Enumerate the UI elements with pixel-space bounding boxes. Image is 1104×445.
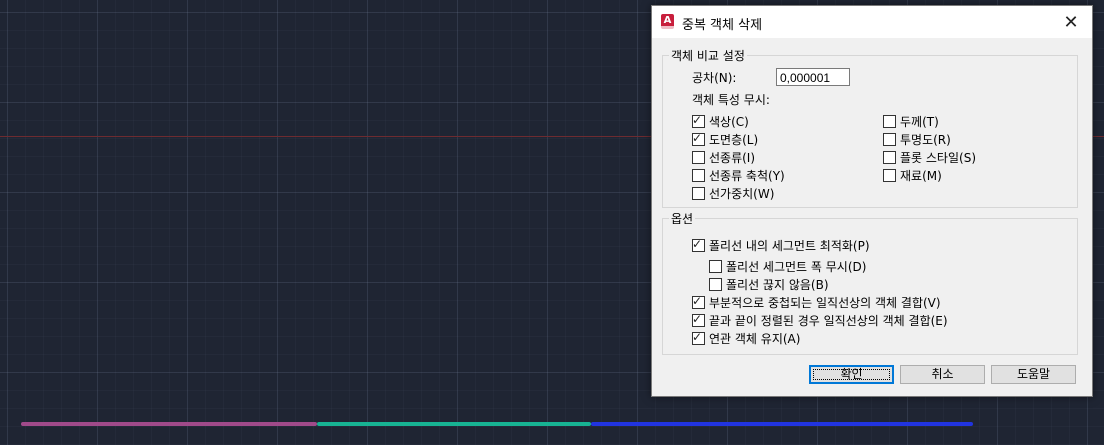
cancel-button[interactable]: 취소 (900, 365, 985, 384)
overkill-dialog: A 중복 객체 삭제 ✕ 객체 비교 설정 공차(N): 0,000001 객체… (651, 5, 1093, 397)
checkbox-box[interactable] (692, 151, 705, 164)
checkbox-material[interactable]: 재료(M) (883, 167, 942, 184)
checkbox-box[interactable] (883, 133, 896, 146)
checkbox-optimize-polyline[interactable]: ✓ 폴리선 내의 세그먼트 최적화(P) (692, 237, 870, 254)
x-axis-line (0, 136, 651, 137)
checkbox-linetype[interactable]: 선종류(I) (692, 149, 755, 166)
checkbox-box[interactable]: ✓ (692, 330, 705, 345)
compare-settings-label: 객체 비교 설정 (669, 47, 747, 64)
checkbox-box[interactable] (709, 260, 722, 273)
options-group: 옵션 ✓ 폴리선 내의 세그먼트 최적화(P) 폴리선 세그먼트 폭 무시(D)… (662, 210, 1078, 355)
checkbox-box[interactable] (883, 169, 896, 182)
compare-settings-group: 객체 비교 설정 공차(N): 0,000001 객체 특성 무시: ✓ 색상(… (662, 47, 1078, 208)
checkbox-plot-style[interactable]: 플롯 스타일(S) (883, 149, 976, 166)
close-button[interactable]: ✕ (1050, 6, 1092, 38)
tolerance-input[interactable]: 0,000001 (776, 68, 850, 86)
checkbox-box[interactable] (692, 169, 705, 182)
checkbox-box[interactable]: ✓ (692, 113, 705, 128)
check-icon: ✓ (692, 131, 703, 145)
autocad-app-icon: A (661, 14, 674, 29)
check-icon: ✓ (692, 237, 703, 251)
checkbox-box[interactable]: ✓ (692, 237, 705, 252)
check-icon: ✓ (692, 312, 703, 326)
checkbox-box[interactable] (883, 151, 896, 164)
checkbox-maintain-associative[interactable]: ✓ 연관 객체 유지(A) (692, 330, 800, 347)
checkbox-thickness[interactable]: 두께(T) (883, 113, 939, 130)
checkbox-combine-overlapping[interactable]: ✓ 부분적으로 중첩되는 일직선상의 객체 결합(V) (692, 294, 941, 311)
checkbox-combine-end-to-end[interactable]: ✓ 끝과 끝이 정렬된 경우 일직선상의 객체 결합(E) (692, 312, 948, 329)
checkbox-box[interactable]: ✓ (692, 131, 705, 146)
polyline-segment[interactable] (21, 422, 317, 426)
checkbox-linetype-scale[interactable]: 선종류 축척(Y) (692, 167, 785, 184)
dialog-title: 중복 객체 삭제 (682, 18, 763, 33)
checkbox-box[interactable]: ✓ (692, 312, 705, 327)
check-icon: ✓ (692, 294, 703, 308)
checkbox-layer[interactable]: ✓ 도면층(L) (692, 131, 758, 148)
help-button[interactable]: 도움말 (991, 365, 1076, 384)
checkbox-lineweight[interactable]: 선가중치(W) (692, 185, 774, 202)
checkbox-box[interactable] (883, 115, 896, 128)
polyline-segment[interactable] (591, 422, 973, 426)
close-icon: ✕ (1063, 11, 1079, 33)
checkbox-box[interactable] (692, 187, 705, 200)
dialog-titlebar[interactable]: A 중복 객체 삭제 ✕ (652, 6, 1092, 38)
checkbox-box[interactable]: ✓ (692, 294, 705, 309)
options-label: 옵션 (669, 210, 696, 227)
ignore-properties-label: 객체 특성 무시: (692, 93, 770, 107)
checkbox-ignore-segment-width[interactable]: 폴리선 세그먼트 폭 무시(D) (709, 258, 866, 275)
check-icon: ✓ (692, 113, 703, 127)
polyline-segment[interactable] (317, 422, 591, 426)
checkbox-transparency[interactable]: 투명도(R) (883, 131, 951, 148)
checkbox-do-not-break-polyline[interactable]: 폴리선 끊지 않음(B) (709, 276, 829, 293)
checkbox-box[interactable] (709, 278, 722, 291)
ok-button[interactable]: 확인 (809, 365, 894, 384)
checkbox-color[interactable]: ✓ 색상(C) (692, 113, 749, 130)
check-icon: ✓ (692, 330, 703, 344)
tolerance-label: 공차(N): (692, 71, 737, 85)
